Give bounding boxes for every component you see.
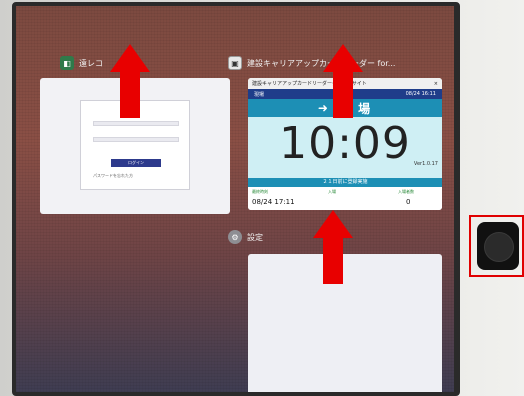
app-name: 建設キャリアアップカードリーダー for... (247, 58, 396, 68)
photo-background: ◧ 遠レコ ログイン パスワードを忘れた方 ▣ 建設キャリアアップカードリーダー… (0, 0, 524, 396)
app-label-card-reader: ▣ 建設キャリアアップカードリーダー for... (228, 56, 395, 70)
status-footer: 最終時刻 08/24 17:11 入場 入場者数 0 (248, 187, 442, 210)
foot-label-last-time: 最終時刻 (252, 189, 268, 194)
swipe-up-arrow (313, 210, 353, 294)
foot-value-last-time: 08/24 17:11 (252, 198, 295, 206)
swipe-up-arrow (110, 44, 150, 128)
password-field[interactable] (93, 137, 179, 142)
card-reader-icon: ▣ (228, 56, 242, 70)
home-button-highlight (469, 215, 524, 277)
site-label: 現場 (254, 91, 265, 98)
settings-gear-icon: ⚙ (228, 230, 242, 244)
close-icon[interactable]: × (434, 81, 438, 87)
login-button[interactable]: ログイン (111, 159, 161, 167)
tablet-screen: ◧ 遠レコ ログイン パスワードを忘れた方 ▣ 建設キャリアアップカードリーダー… (12, 2, 460, 396)
foot-label-entry: 入場 (328, 189, 336, 194)
app-label-enreco: ◧ 遠レコ (60, 56, 103, 70)
foot-label-count: 入場者数 (398, 189, 414, 194)
version-label: Ver1.0.17 (413, 161, 438, 167)
date-bar: ２１日前に登録実施 (248, 178, 442, 187)
site-datetime: 08/24 16:11 (405, 91, 436, 97)
app-name: 遠レコ (79, 58, 103, 68)
app-label-settings: ⚙ 設定 (228, 230, 263, 244)
app-name: 設定 (247, 232, 263, 242)
forgot-password-link[interactable]: パスワードを忘れた方 (93, 173, 133, 179)
app-icon-green: ◧ (60, 56, 74, 70)
foot-value-count: 0 (406, 198, 411, 206)
swipe-up-arrow (323, 44, 363, 128)
